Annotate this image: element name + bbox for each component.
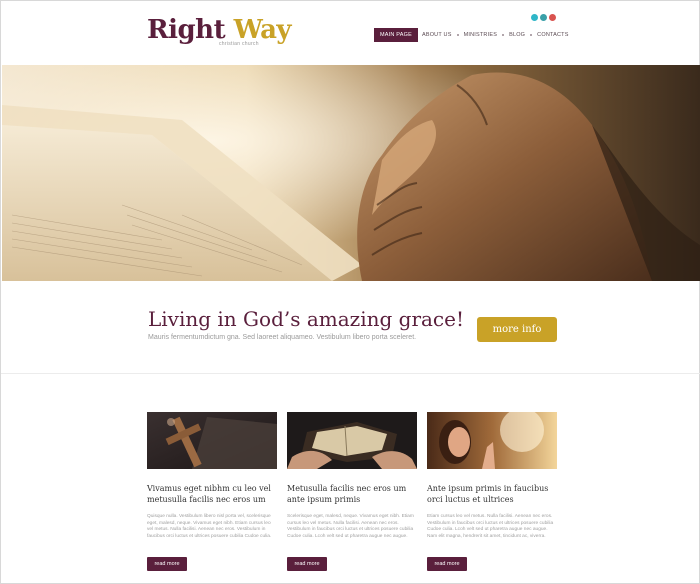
google-plus-icon[interactable]	[549, 14, 556, 21]
logo-tagline: christian church	[219, 41, 259, 47]
card-image-praying-woman[interactable]	[427, 412, 557, 469]
hero-image	[2, 65, 700, 281]
card-1: Vivamus eget nibhm cu leo vel metusulla …	[147, 412, 277, 571]
main-nav: MAIN PAGE ABOUT US MINISTRIES BLOG CONTA…	[374, 28, 573, 42]
more-info-button[interactable]: more info	[477, 317, 557, 342]
card-body: Scelerisque eget, malesd, neque. Vivamus…	[287, 514, 414, 539]
nav-item-main-page[interactable]: MAIN PAGE	[374, 28, 418, 42]
card-title[interactable]: Ante ipsum primis in faucibus orci luctu…	[427, 484, 557, 505]
nav-item-ministries[interactable]: MINISTRIES	[460, 28, 501, 42]
card-body: Etiam cursus leo vel metus. Nulla facili…	[427, 514, 554, 539]
logo-word-right: Right	[147, 15, 226, 45]
facebook-icon[interactable]	[540, 14, 547, 21]
intro-subline: Mauris fermentumdictum gna. Sed laoreet …	[148, 334, 417, 341]
intro-headline: Living in God’s amazing grace!	[148, 307, 464, 331]
twitter-icon[interactable]	[531, 14, 538, 21]
nav-item-contacts[interactable]: CONTACTS	[533, 28, 572, 42]
card-image-bible[interactable]	[287, 412, 417, 469]
card-image-cross[interactable]	[147, 412, 277, 469]
read-more-button[interactable]: read more	[427, 557, 467, 571]
nav-separator	[502, 34, 505, 36]
section-divider	[1, 373, 700, 374]
nav-item-blog[interactable]: BLOG	[505, 28, 529, 42]
nav-separator	[456, 34, 459, 36]
site-header: Right Way christian church MAIN PAGE ABO…	[1, 1, 700, 65]
card-3: Ante ipsum primis in faucibus orci luctu…	[427, 412, 557, 571]
card-title[interactable]: Metusulla facilis nec eros um ante ipsum…	[287, 484, 417, 505]
card-body: Quisque nulla. Vestibulum libero nisl po…	[147, 514, 272, 539]
social-links	[531, 14, 556, 21]
read-more-button[interactable]: read more	[147, 557, 187, 571]
nav-separator	[530, 34, 533, 36]
page-frame: Right Way christian church MAIN PAGE ABO…	[0, 0, 700, 584]
read-more-button[interactable]: read more	[287, 557, 327, 571]
nav-item-about-us[interactable]: ABOUT US	[418, 28, 456, 42]
card-title[interactable]: Vivamus eget nibhm cu leo vel metusulla …	[147, 484, 277, 505]
card-2: Metusulla facilis nec eros um ante ipsum…	[287, 412, 417, 571]
